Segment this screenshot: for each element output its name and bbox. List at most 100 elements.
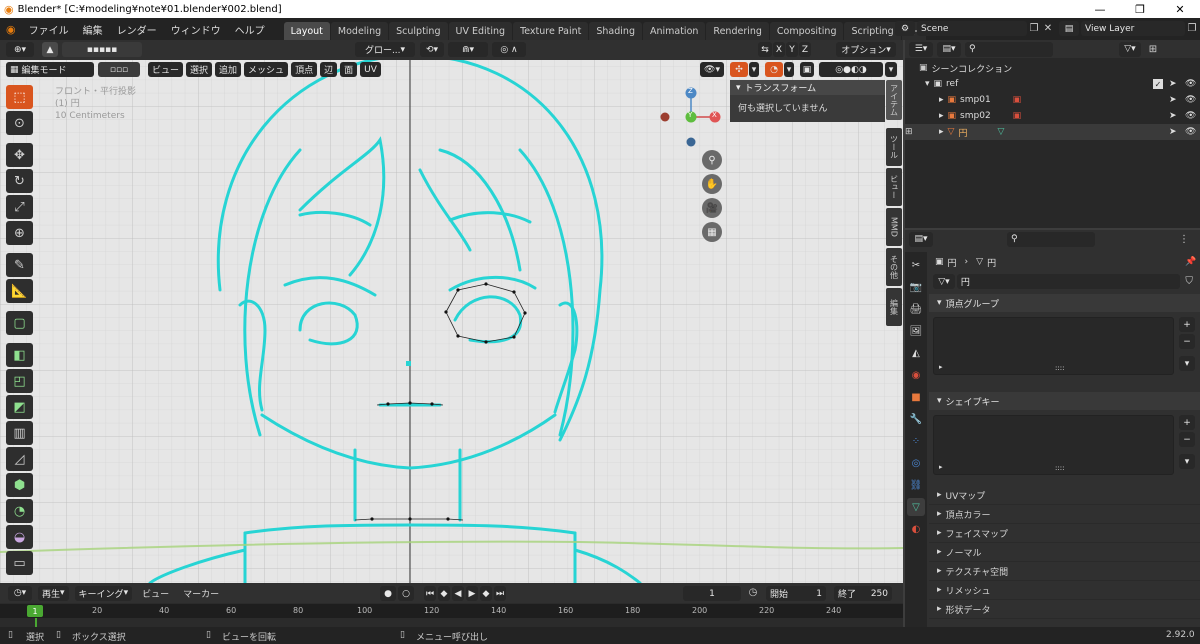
properties-editor-icon[interactable]: ▤▾ [909, 231, 933, 247]
shape-key-menu-icon[interactable]: ▾ [1179, 454, 1195, 469]
remove-vertex-group-icon[interactable]: − [1179, 334, 1195, 349]
prev-keyframe-icon[interactable]: ◆ [438, 586, 450, 601]
outliner-item-smp01[interactable]: ▸ ▣ smp01 ▣ ➤ 👁 [905, 92, 1200, 108]
xray-icon[interactable]: ▣ [800, 62, 814, 77]
axis-y-button[interactable]: Y [786, 42, 798, 57]
scene-field[interactable]: Scene [917, 21, 1027, 36]
tab-compositing[interactable]: Compositing [769, 22, 844, 40]
menu-render[interactable]: レンダー [110, 22, 164, 37]
modifier-tab-icon[interactable]: 🔧 [907, 410, 925, 428]
blender-menu-icon[interactable]: ◉ [0, 23, 22, 36]
constraints-tab-icon[interactable]: ⛓ [907, 476, 925, 494]
frame-ruler[interactable]: 1 20 40 60 80 100 120 140 160 180 200 22… [0, 604, 903, 618]
scene-tab-icon[interactable]: ◭ [907, 344, 925, 362]
menu-edge[interactable]: 辺 [320, 62, 338, 77]
select-box-tool-icon[interactable]: ⬚ [6, 85, 33, 109]
tab-mmd[interactable]: MMD [886, 208, 902, 246]
gizmo-dropdown-icon[interactable]: ▾ [749, 62, 759, 77]
tab-view[interactable]: ビュー [886, 168, 902, 206]
end-frame-field[interactable]: 終了 250 [834, 586, 892, 601]
scene-selector-icon[interactable]: ⚙ [895, 21, 915, 36]
remesh-panel-header[interactable]: ▸ リメッシュ [929, 581, 1200, 600]
shading-dropdown-icon[interactable]: ▾ [885, 62, 897, 77]
view-layer-tab-icon[interactable]: 🖼 [907, 322, 925, 340]
timeline-editor-icon[interactable]: ◷▾ [8, 585, 32, 601]
tab-item[interactable]: アイテム [886, 80, 902, 120]
outliner-search-input[interactable]: ⚲ [965, 41, 1053, 57]
loop-cut-tool-icon[interactable]: ▥ [6, 421, 33, 445]
tab-uv-editing[interactable]: UV Editing [448, 22, 513, 40]
transform-orientation-select[interactable]: グロー... ▾ [355, 42, 415, 57]
list-expand-icon[interactable]: ▸ [939, 363, 943, 371]
uv-maps-panel-header[interactable]: ▸ UVマップ [929, 486, 1200, 505]
smooth-tool-icon[interactable]: ◒ [6, 525, 33, 549]
physics-tab-icon[interactable]: ◎ [907, 454, 925, 472]
object-tab-icon[interactable]: ■ [907, 388, 925, 406]
shading-mode-icons[interactable]: ◎●◐◑ [819, 62, 883, 77]
tab-edit[interactable]: 編集 [886, 288, 902, 326]
minimize-button[interactable]: — [1080, 0, 1120, 18]
pan-hand-icon[interactable]: ✋ [702, 174, 722, 194]
fake-user-icon[interactable]: ⛉ [1182, 276, 1196, 287]
tab-misc[interactable]: その他 [886, 248, 902, 286]
options-dropdown[interactable]: オプション ▾ [836, 42, 896, 57]
jump-start-icon[interactable]: ⏮ [424, 586, 436, 601]
scale-tool-icon[interactable]: ⤢ [6, 195, 33, 219]
list-resize-icon[interactable]: :::: [1055, 364, 1064, 372]
outliner-item-smp02[interactable]: ▸ ▣ smp02 ▣ ➤ 👁 [905, 108, 1200, 124]
outliner-item-circle[interactable]: ⊞ ▸ ▽ 円 ▽ ➤ 👁 [905, 124, 1200, 140]
play-reverse-icon[interactable]: ◀ [452, 586, 464, 601]
mirror-icon[interactable]: ⇆ [758, 42, 772, 57]
pivot-icon[interactable]: ⟲▾ [420, 42, 444, 57]
current-frame-field[interactable]: 1 [683, 586, 741, 601]
shape-keys-panel-header[interactable]: ▾ シェイプキー [929, 392, 1200, 410]
vertex-group-menu-icon[interactable]: ▾ [1179, 356, 1195, 371]
vertex-groups-list[interactable] [933, 317, 1174, 375]
render-tab-icon[interactable]: 📷 [907, 278, 925, 296]
new-collection-icon[interactable]: ⊞ [1145, 44, 1161, 55]
knife-tool-icon[interactable]: ◿ [6, 447, 33, 471]
move-tool-icon[interactable]: ✥ [6, 143, 33, 167]
select-arrow-icon[interactable]: ➤ [1169, 79, 1177, 89]
transform-panel-header[interactable]: ▾ トランスフォーム [730, 80, 885, 95]
view-layer-field[interactable]: View Layer [1081, 21, 1185, 36]
properties-search-input[interactable]: ⚲ [1007, 231, 1095, 247]
list-expand-icon[interactable]: ▸ [939, 463, 943, 471]
add-vertex-group-icon[interactable]: + [1179, 317, 1195, 332]
edge-slide-tool-icon[interactable]: ▭ [6, 551, 33, 575]
poly-build-tool-icon[interactable]: ⬢ [6, 473, 33, 497]
select-mode-icons[interactable]: ▪▪▪▪▪ [62, 42, 142, 57]
overlay-toggle-icon[interactable]: ◔ [765, 62, 783, 77]
remove-shape-key-icon[interactable]: − [1179, 432, 1195, 447]
visibility-eye-icon[interactable]: 👁 [1185, 95, 1196, 105]
expand-icon[interactable]: ▸ [939, 95, 944, 105]
add-cube-tool-icon[interactable]: ▢ [6, 311, 33, 335]
material-tab-icon[interactable]: ◐ [907, 520, 925, 538]
maximize-button[interactable]: ❐ [1120, 0, 1160, 18]
face-maps-panel-header[interactable]: ▸ フェイスマップ [929, 524, 1200, 543]
timeline-view-menu[interactable]: ビュー [138, 587, 173, 600]
gizmo-toggle-icon[interactable]: ✣ [730, 62, 748, 77]
tab-modeling[interactable]: Modeling [330, 22, 389, 40]
camera-icon[interactable]: 🎥 [702, 198, 722, 218]
select-arrow-icon[interactable]: ➤ [1169, 95, 1177, 105]
rotate-tool-icon[interactable]: ↻ [6, 169, 33, 193]
mode-select[interactable]: ▦ 編集モード [6, 62, 94, 77]
selection-mode-icons[interactable]: ▫▫▫ [98, 62, 140, 77]
bevel-tool-icon[interactable]: ◩ [6, 395, 33, 419]
tab-shading[interactable]: Shading [589, 22, 642, 40]
overlay-dropdown-icon[interactable]: ▾ [784, 62, 794, 77]
start-frame-field[interactable]: 開始 1 [766, 586, 826, 601]
proportional-icon[interactable]: ◎ ∧ [492, 42, 526, 57]
tab-texture-paint[interactable]: Texture Paint [513, 22, 589, 40]
annotate-tool-icon[interactable]: ✎ [6, 253, 33, 277]
tab-animation[interactable]: Animation [642, 22, 706, 40]
cursor-tool-icon[interactable]: ⊙ [6, 111, 33, 135]
select-cursor-icon[interactable]: ▲ [42, 42, 58, 57]
texture-space-panel-header[interactable]: ▸ テクスチャ空間 [929, 562, 1200, 581]
data-tab-icon[interactable]: ▽ [907, 498, 925, 516]
tab-sculpting[interactable]: Sculpting [389, 22, 448, 40]
view-layer-icon[interactable]: ▤ [1059, 21, 1079, 36]
menu-add[interactable]: 追加 [215, 62, 242, 77]
tab-rendering[interactable]: Rendering [706, 22, 769, 40]
